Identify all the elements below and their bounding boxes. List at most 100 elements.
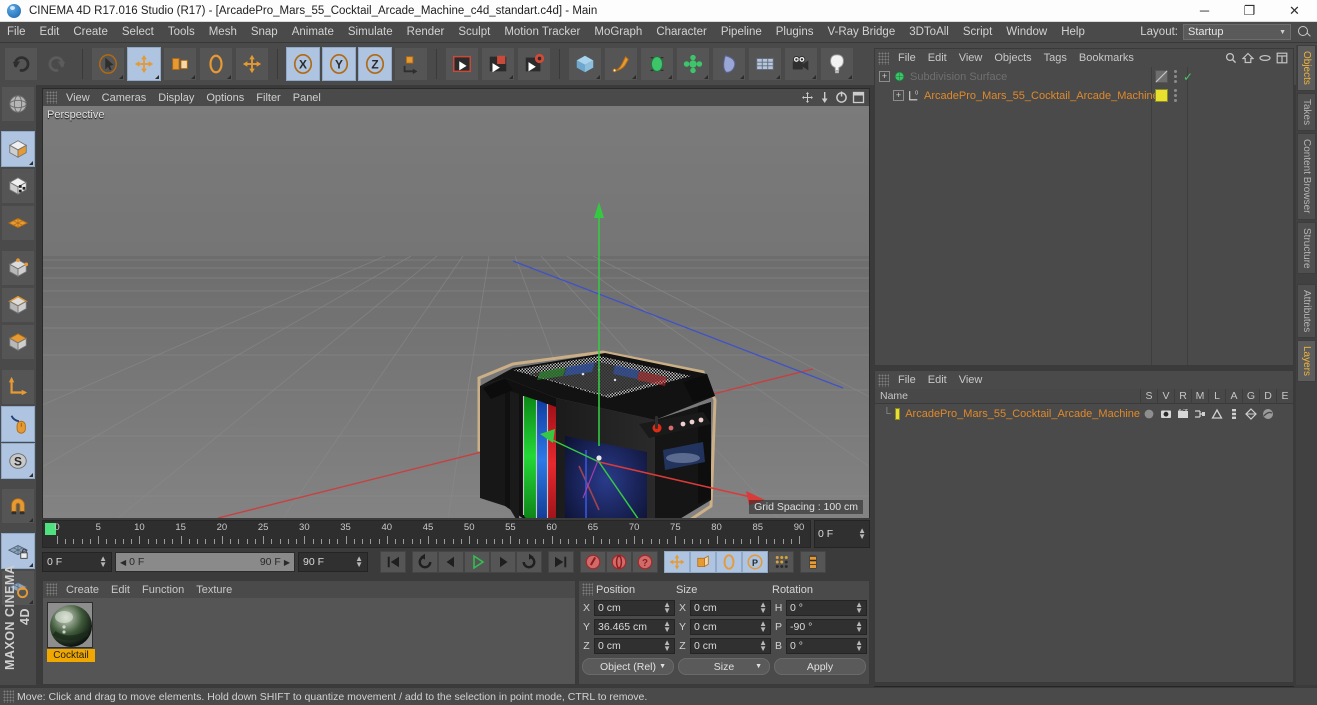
rotation-b-input[interactable]: 0 ° ▲ ▼ [786, 637, 867, 654]
menu-simulate[interactable]: Simulate [341, 22, 400, 43]
viewport-menu-filter[interactable]: Filter [250, 92, 286, 104]
play-forward-loop-button[interactable] [516, 551, 542, 573]
undo-button[interactable] [4, 47, 38, 81]
rotate-tool[interactable] [199, 47, 233, 81]
layer-color-swatch[interactable] [894, 407, 901, 420]
layer-menu-edit[interactable]: Edit [922, 374, 953, 386]
material-menu-edit[interactable]: Edit [105, 584, 136, 596]
material-item[interactable]: Cocktail [47, 602, 95, 662]
menu-plugins[interactable]: Plugins [769, 22, 821, 43]
object-row[interactable]: +0 ArcadePro_Mars_55_Cocktail_Arcade_Mach… [875, 86, 1293, 105]
layer-cell-d[interactable] [1259, 404, 1276, 423]
render-settings-button[interactable] [517, 47, 551, 81]
material-tag-icon[interactable] [1155, 89, 1168, 102]
menu-sculpt[interactable]: Sculpt [451, 22, 497, 43]
close-button[interactable]: ✕ [1272, 0, 1317, 22]
model-mode-button[interactable] [1, 131, 35, 167]
world-object-coord[interactable] [394, 47, 428, 81]
menu-help[interactable]: Help [1054, 22, 1092, 43]
spinner-icon[interactable]: ▲ ▼ [759, 638, 767, 652]
play-button[interactable] [464, 551, 490, 573]
live-selection-tool[interactable] [91, 47, 125, 81]
panel-grip-icon[interactable] [3, 690, 14, 703]
material-preview[interactable] [47, 602, 93, 648]
menu-mesh[interactable]: Mesh [202, 22, 244, 43]
layer-cell-e[interactable] [1276, 404, 1293, 423]
spinner-icon[interactable]: ▲ ▼ [855, 638, 863, 652]
spinner-icon[interactable]: ▲ ▼ [858, 527, 866, 541]
record-active-objects-button[interactable] [580, 551, 606, 573]
object-manager-body[interactable]: + Subdivision Surface ✓ +0 ArcadePro_Mars_55… [875, 67, 1293, 365]
menu-edit[interactable]: Edit [33, 22, 67, 43]
rotate-icon[interactable] [835, 91, 848, 104]
layer-menu-file[interactable]: File [892, 374, 922, 386]
subdivision-surface-icon[interactable] [893, 70, 906, 83]
move-axis-tool[interactable] [235, 47, 269, 81]
menu-3dtoall[interactable]: 3DToAll [902, 22, 956, 43]
point-mode-button[interactable] [1, 250, 35, 286]
add-camera-button[interactable] [784, 47, 818, 81]
texture-mode-button[interactable] [1, 168, 35, 204]
undo-view-button[interactable] [1, 86, 35, 122]
panel-grip-icon[interactable] [878, 373, 889, 387]
search-icon[interactable] [1225, 52, 1237, 64]
menu-select[interactable]: Select [115, 22, 161, 43]
menu-animate[interactable]: Animate [285, 22, 341, 43]
layer-column-e[interactable]: E [1276, 388, 1293, 404]
autokeying-button[interactable] [606, 551, 632, 573]
timeline-toggle-button[interactable] [800, 551, 826, 573]
previous-frame-button[interactable] [438, 551, 464, 573]
add-light-button[interactable] [820, 47, 854, 81]
object-axis-button[interactable] [1, 369, 35, 405]
object-menu-edit[interactable]: Edit [922, 52, 953, 64]
object-row[interactable]: + Subdivision Surface ✓ [875, 67, 1293, 86]
layer-column-d[interactable]: D [1259, 388, 1276, 404]
object-menu-objects[interactable]: Objects [988, 52, 1037, 64]
scale-tool[interactable] [163, 47, 197, 81]
menu-render[interactable]: Render [400, 22, 452, 43]
maximize-viewport-icon[interactable] [852, 91, 865, 104]
rotation-p-input[interactable]: -90 ° ▲ ▼ [786, 618, 867, 635]
layer-column-a[interactable]: A [1225, 388, 1242, 404]
layer-menu-view[interactable]: View [953, 374, 989, 386]
size-mode-dropdown[interactable]: Size ▼ [678, 658, 770, 675]
parameter-key-button[interactable]: P [742, 551, 768, 573]
spinner-icon[interactable]: ▲ ▼ [355, 555, 363, 569]
layer-cell-a[interactable] [1225, 404, 1242, 423]
expand-toggle[interactable]: + [879, 71, 890, 82]
polygon-object-icon[interactable]: 0 [907, 89, 920, 102]
x-axis-lock[interactable]: X [286, 47, 320, 81]
add-generator-button[interactable] [640, 47, 674, 81]
polygon-mode-button[interactable] [1, 324, 35, 360]
layer-column-s[interactable]: S [1140, 388, 1157, 404]
link-icon[interactable] [1259, 52, 1271, 64]
object-mode-dropdown[interactable]: Object (Rel) ▼ [582, 658, 674, 675]
point-level-anim-button[interactable] [768, 551, 794, 573]
layer-column-v[interactable]: V [1157, 388, 1174, 404]
z-axis-lock[interactable]: Z [358, 47, 392, 81]
maximize-button[interactable]: ❐ [1227, 0, 1272, 22]
object-menu-tags[interactable]: Tags [1038, 52, 1073, 64]
layer-cell-g[interactable] [1242, 404, 1259, 423]
right-tab-layers[interactable]: Layers [1297, 340, 1316, 383]
menu-v-ray-bridge[interactable]: V-Ray Bridge [820, 22, 902, 43]
soft-selection-button[interactable]: S [1, 443, 35, 479]
slider-right-arrow-icon[interactable]: ▶ [284, 558, 290, 567]
right-tab-takes[interactable]: Takes [1297, 92, 1316, 132]
redo-button[interactable] [40, 47, 74, 81]
add-scene-button[interactable] [748, 47, 782, 81]
menu-motion-tracker[interactable]: Motion Tracker [497, 22, 587, 43]
layout-icon[interactable] [1276, 52, 1288, 64]
panel-grip-icon[interactable] [46, 91, 57, 104]
position-key-button[interactable] [664, 551, 690, 573]
material-manager-body[interactable]: Cocktail [43, 598, 575, 684]
layer-column-l[interactable]: L [1208, 388, 1225, 404]
layer-cell-s[interactable] [1140, 404, 1157, 423]
search-icon[interactable] [1295, 23, 1313, 41]
add-spline-button[interactable] [604, 47, 638, 81]
layer-rows[interactable]: └ ArcadePro_Mars_55_Cocktail_Arcade_Machi… [875, 404, 1293, 423]
render-region-button[interactable] [481, 47, 515, 81]
panel-grip-icon[interactable] [582, 583, 593, 596]
material-menu-texture[interactable]: Texture [190, 584, 238, 596]
object-menu-bookmarks[interactable]: Bookmarks [1073, 52, 1140, 64]
